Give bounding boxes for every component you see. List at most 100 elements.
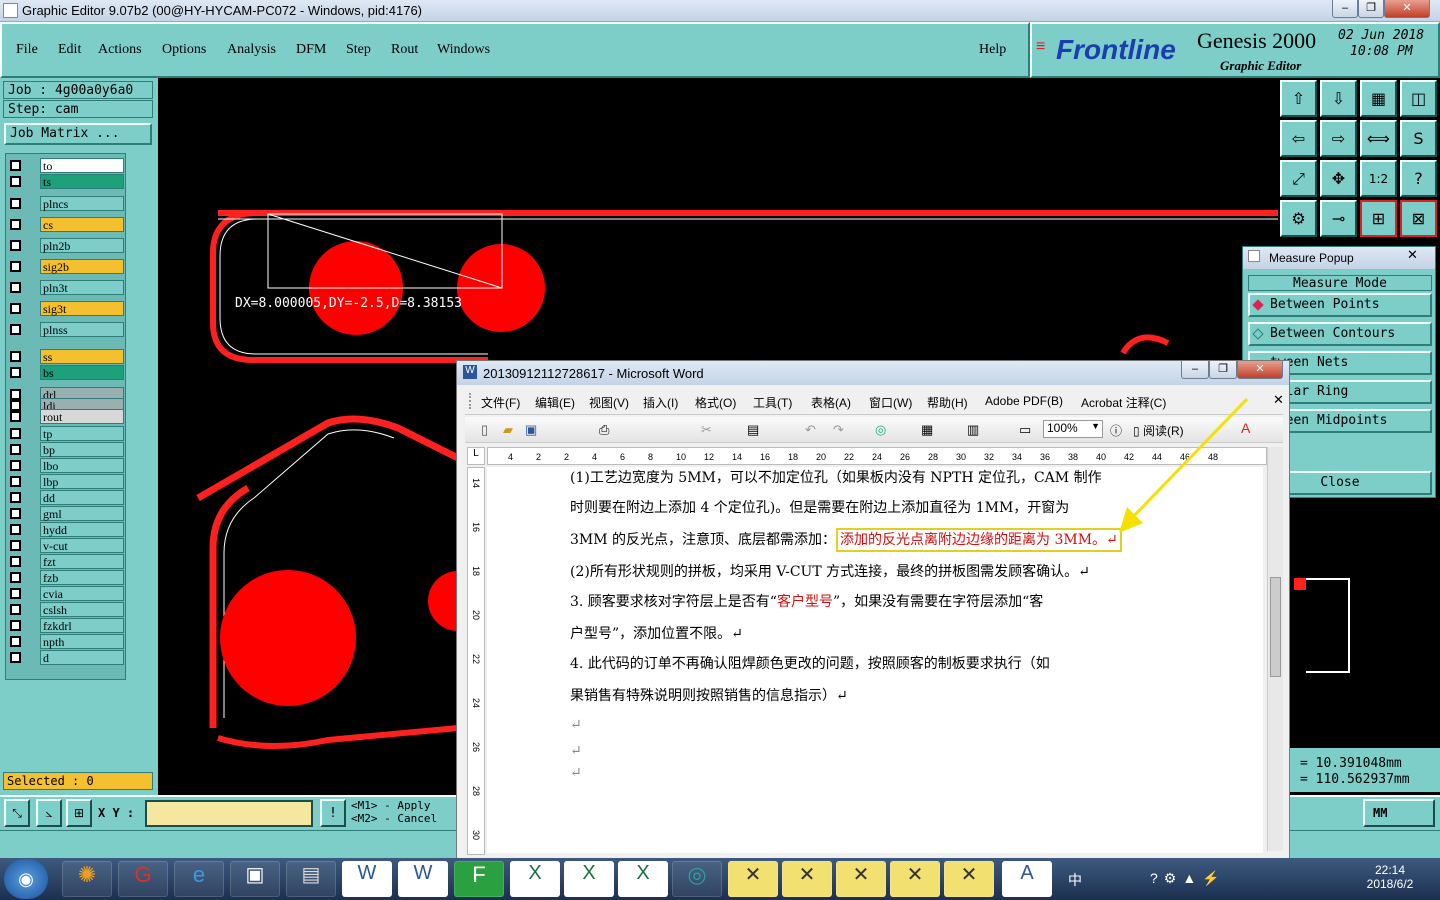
taskbar-app-ie[interactable]: e <box>174 861 224 897</box>
layer-checkbox[interactable] <box>10 367 21 378</box>
layer-checkbox[interactable] <box>10 411 21 422</box>
layer-name[interactable]: ts <box>40 174 124 189</box>
layer-name[interactable]: sig3t <box>40 301 124 316</box>
layer-row-fzkdrl[interactable]: fzkdrl <box>6 618 127 633</box>
menu-dfm[interactable]: DFM <box>296 42 326 58</box>
mode-between-contours[interactable]: Between Contours <box>1248 322 1432 346</box>
grid-mode-icon[interactable]: ⊞ <box>66 799 92 827</box>
ime-indicator[interactable]: 中 <box>1068 870 1082 890</box>
warning-icon[interactable]: ! <box>320 799 346 827</box>
layer-row-dd[interactable]: dd <box>6 490 127 505</box>
mirror-icon[interactable]: ⟺ <box>1360 120 1397 157</box>
layer-row-sig3t[interactable]: sig3t <box>6 301 127 316</box>
taskbar-app-viewer[interactable]: ◎ <box>672 861 722 897</box>
layer-checkbox[interactable] <box>10 492 21 503</box>
layer-name[interactable]: cvia <box>40 586 124 601</box>
clock[interactable]: 22:14 2018/6/2 <box>1360 863 1420 891</box>
layer-row-pln2b[interactable]: pln2b <box>6 238 127 253</box>
layer-row-ts[interactable]: ts <box>6 174 127 189</box>
layer-row-ss[interactable]: ss <box>6 349 127 364</box>
taskbar-app-files[interactable]: ▤ <box>286 861 336 897</box>
layer-checkbox[interactable] <box>10 240 21 251</box>
layer-checkbox[interactable] <box>10 428 21 439</box>
layer-row-fzt[interactable]: fzt <box>6 554 127 569</box>
layer-checkbox[interactable] <box>10 460 21 471</box>
layer-name[interactable]: bp <box>40 442 124 457</box>
layer-name[interactable]: fzt <box>40 554 124 569</box>
undo-icon[interactable]: ↶ <box>805 422 816 438</box>
vertical-scrollbar[interactable] <box>1267 447 1283 851</box>
layer-row-cs[interactable]: cs <box>6 217 127 232</box>
layer-name[interactable]: cslsh <box>40 602 124 617</box>
layer-row-cslsh[interactable]: cslsh <box>6 602 127 617</box>
layer-name[interactable]: hydd <box>40 522 124 537</box>
menu-analysis[interactable]: Analysis <box>227 42 276 58</box>
layer-row-v-cut[interactable]: v-cut <box>6 538 127 553</box>
word-menu-item[interactable]: 窗口(W) <box>869 394 912 411</box>
minimize-button[interactable]: – <box>1332 0 1358 18</box>
taskbar-app-excel-3[interactable]: X <box>618 861 668 897</box>
layer-name[interactable]: sig2b <box>40 259 124 274</box>
paste-icon[interactable]: ▤ <box>747 422 759 438</box>
layer-checkbox[interactable] <box>10 282 21 293</box>
layer-checkbox[interactable] <box>10 219 21 230</box>
layer-row-rout[interactable]: rout <box>6 409 127 424</box>
layer-row-hydd[interactable]: hydd <box>6 522 127 537</box>
layer-name[interactable]: plnss <box>40 322 124 337</box>
menu-file[interactable]: File <box>16 42 38 58</box>
layer-checkbox[interactable] <box>10 588 21 599</box>
layer-checkbox[interactable] <box>10 303 21 314</box>
measure-points-icon[interactable]: ⊞ <box>1360 200 1397 237</box>
layer-checkbox[interactable] <box>10 652 21 663</box>
key-icon[interactable]: ⊸ <box>1320 200 1357 237</box>
word-menu-item[interactable]: 格式(O) <box>695 394 736 411</box>
table-icon[interactable]: ▦ <box>921 422 933 438</box>
save-icon[interactable]: ▣ <box>525 422 537 438</box>
measure-grid-icon[interactable]: ⊠ <box>1400 200 1437 237</box>
word-menu-item[interactable]: Adobe PDF(B) <box>985 394 1063 408</box>
taskbar-app-genesis-win-5[interactable]: ✕ <box>944 861 994 897</box>
layer-name[interactable]: rout <box>40 409 124 424</box>
zoom-center-icon[interactable]: ✥ <box>1320 160 1357 197</box>
layer-checkbox[interactable] <box>10 540 21 551</box>
start-button[interactable]: ◉ <box>4 859 48 899</box>
layer-row-tp[interactable]: tp <box>6 426 127 441</box>
layer-checkbox[interactable] <box>10 261 21 272</box>
layer-name[interactable]: tp <box>40 426 124 441</box>
close-button[interactable]: ✕ <box>1384 0 1430 18</box>
taskbar-app-genesis[interactable]: G <box>118 861 168 897</box>
layer-checkbox[interactable] <box>10 324 21 335</box>
layer-checkbox[interactable] <box>10 524 21 535</box>
layer-row-lbp[interactable]: lbp <box>6 474 127 489</box>
layer-row-gml[interactable]: gml <box>6 506 127 521</box>
layer-name[interactable]: gml <box>40 506 124 521</box>
taskbar-app-genesis-win-4[interactable]: ✕ <box>890 861 940 897</box>
tools-icon[interactable]: ⚙ <box>1280 200 1317 237</box>
word-minimize-button[interactable]: – <box>1181 361 1209 379</box>
redo-icon[interactable]: ↷ <box>833 422 844 438</box>
layer-checkbox[interactable] <box>10 444 21 455</box>
maximize-button[interactable]: ❐ <box>1358 0 1384 18</box>
layer-checkbox[interactable] <box>10 160 21 171</box>
taskbar-app-genesis-win-2[interactable]: ✕ <box>782 861 832 897</box>
layer-name[interactable]: pln2b <box>40 238 124 253</box>
layer-name[interactable]: lbo <box>40 458 124 473</box>
units-selector[interactable]: MM <box>1363 799 1435 827</box>
word-menu-item[interactable]: 视图(V) <box>589 394 629 411</box>
layer-checkbox[interactable] <box>10 351 21 362</box>
taskbar-app-frontline[interactable]: F <box>454 861 504 897</box>
layer-checkbox[interactable] <box>10 572 21 583</box>
word-maximize-button[interactable]: ❐ <box>1209 361 1237 379</box>
taskbar-app-excel-2[interactable]: X <box>564 861 614 897</box>
taskbar-app-genesis-win-1[interactable]: ✕ <box>728 861 778 897</box>
taskbar-app-word-2[interactable]: W <box>398 861 448 897</box>
layer-name[interactable]: fzkdrl <box>40 618 124 633</box>
taskbar-app-word-1[interactable]: W <box>342 861 392 897</box>
layer-name[interactable]: to <box>40 158 124 173</box>
layer-checkbox[interactable] <box>10 176 21 187</box>
word-menu-item[interactable]: 编辑(E) <box>535 394 575 411</box>
word-menu-item[interactable]: 工具(T) <box>753 394 792 411</box>
layer-checkbox[interactable] <box>10 620 21 631</box>
layer-name[interactable]: dd <box>40 490 124 505</box>
layer-row-plnss[interactable]: plnss <box>6 322 127 337</box>
